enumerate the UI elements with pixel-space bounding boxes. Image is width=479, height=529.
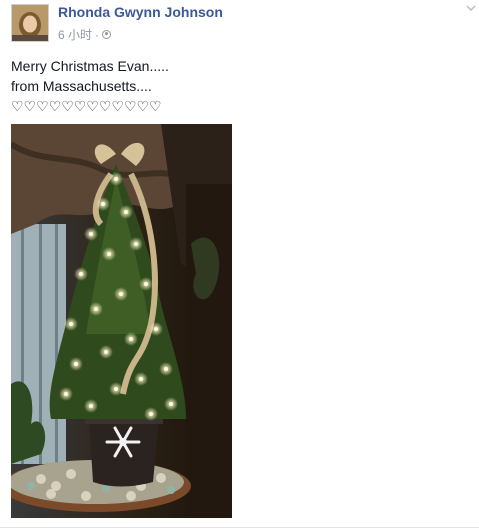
christmas-tree-photo-icon <box>11 124 232 518</box>
avatar-photo <box>12 5 48 41</box>
post-message: Merry Christmas Evan..... from Massachus… <box>11 56 461 116</box>
message-line: Merry Christmas Evan..... <box>11 58 169 74</box>
post-photo[interactable] <box>11 124 232 518</box>
globe-icon[interactable] <box>102 30 112 39</box>
feed-post: Rhonda Gwynn Johnson 6 小时 · Merry Christ… <box>0 0 479 529</box>
message-hearts-line: ♡♡♡♡♡♡♡♡♡♡♡♡ <box>11 98 162 114</box>
post-meta: 6 小时 · <box>58 26 112 43</box>
meta-separator: · <box>95 27 100 42</box>
post-divider <box>0 527 479 528</box>
post-timestamp[interactable]: 6 小时 <box>58 26 92 43</box>
author-avatar[interactable] <box>11 4 49 42</box>
author-name-link[interactable]: Rhonda Gwynn Johnson <box>58 4 223 20</box>
chevron-down-icon[interactable] <box>466 4 476 14</box>
message-line: from Massachusetts.... <box>11 78 152 94</box>
